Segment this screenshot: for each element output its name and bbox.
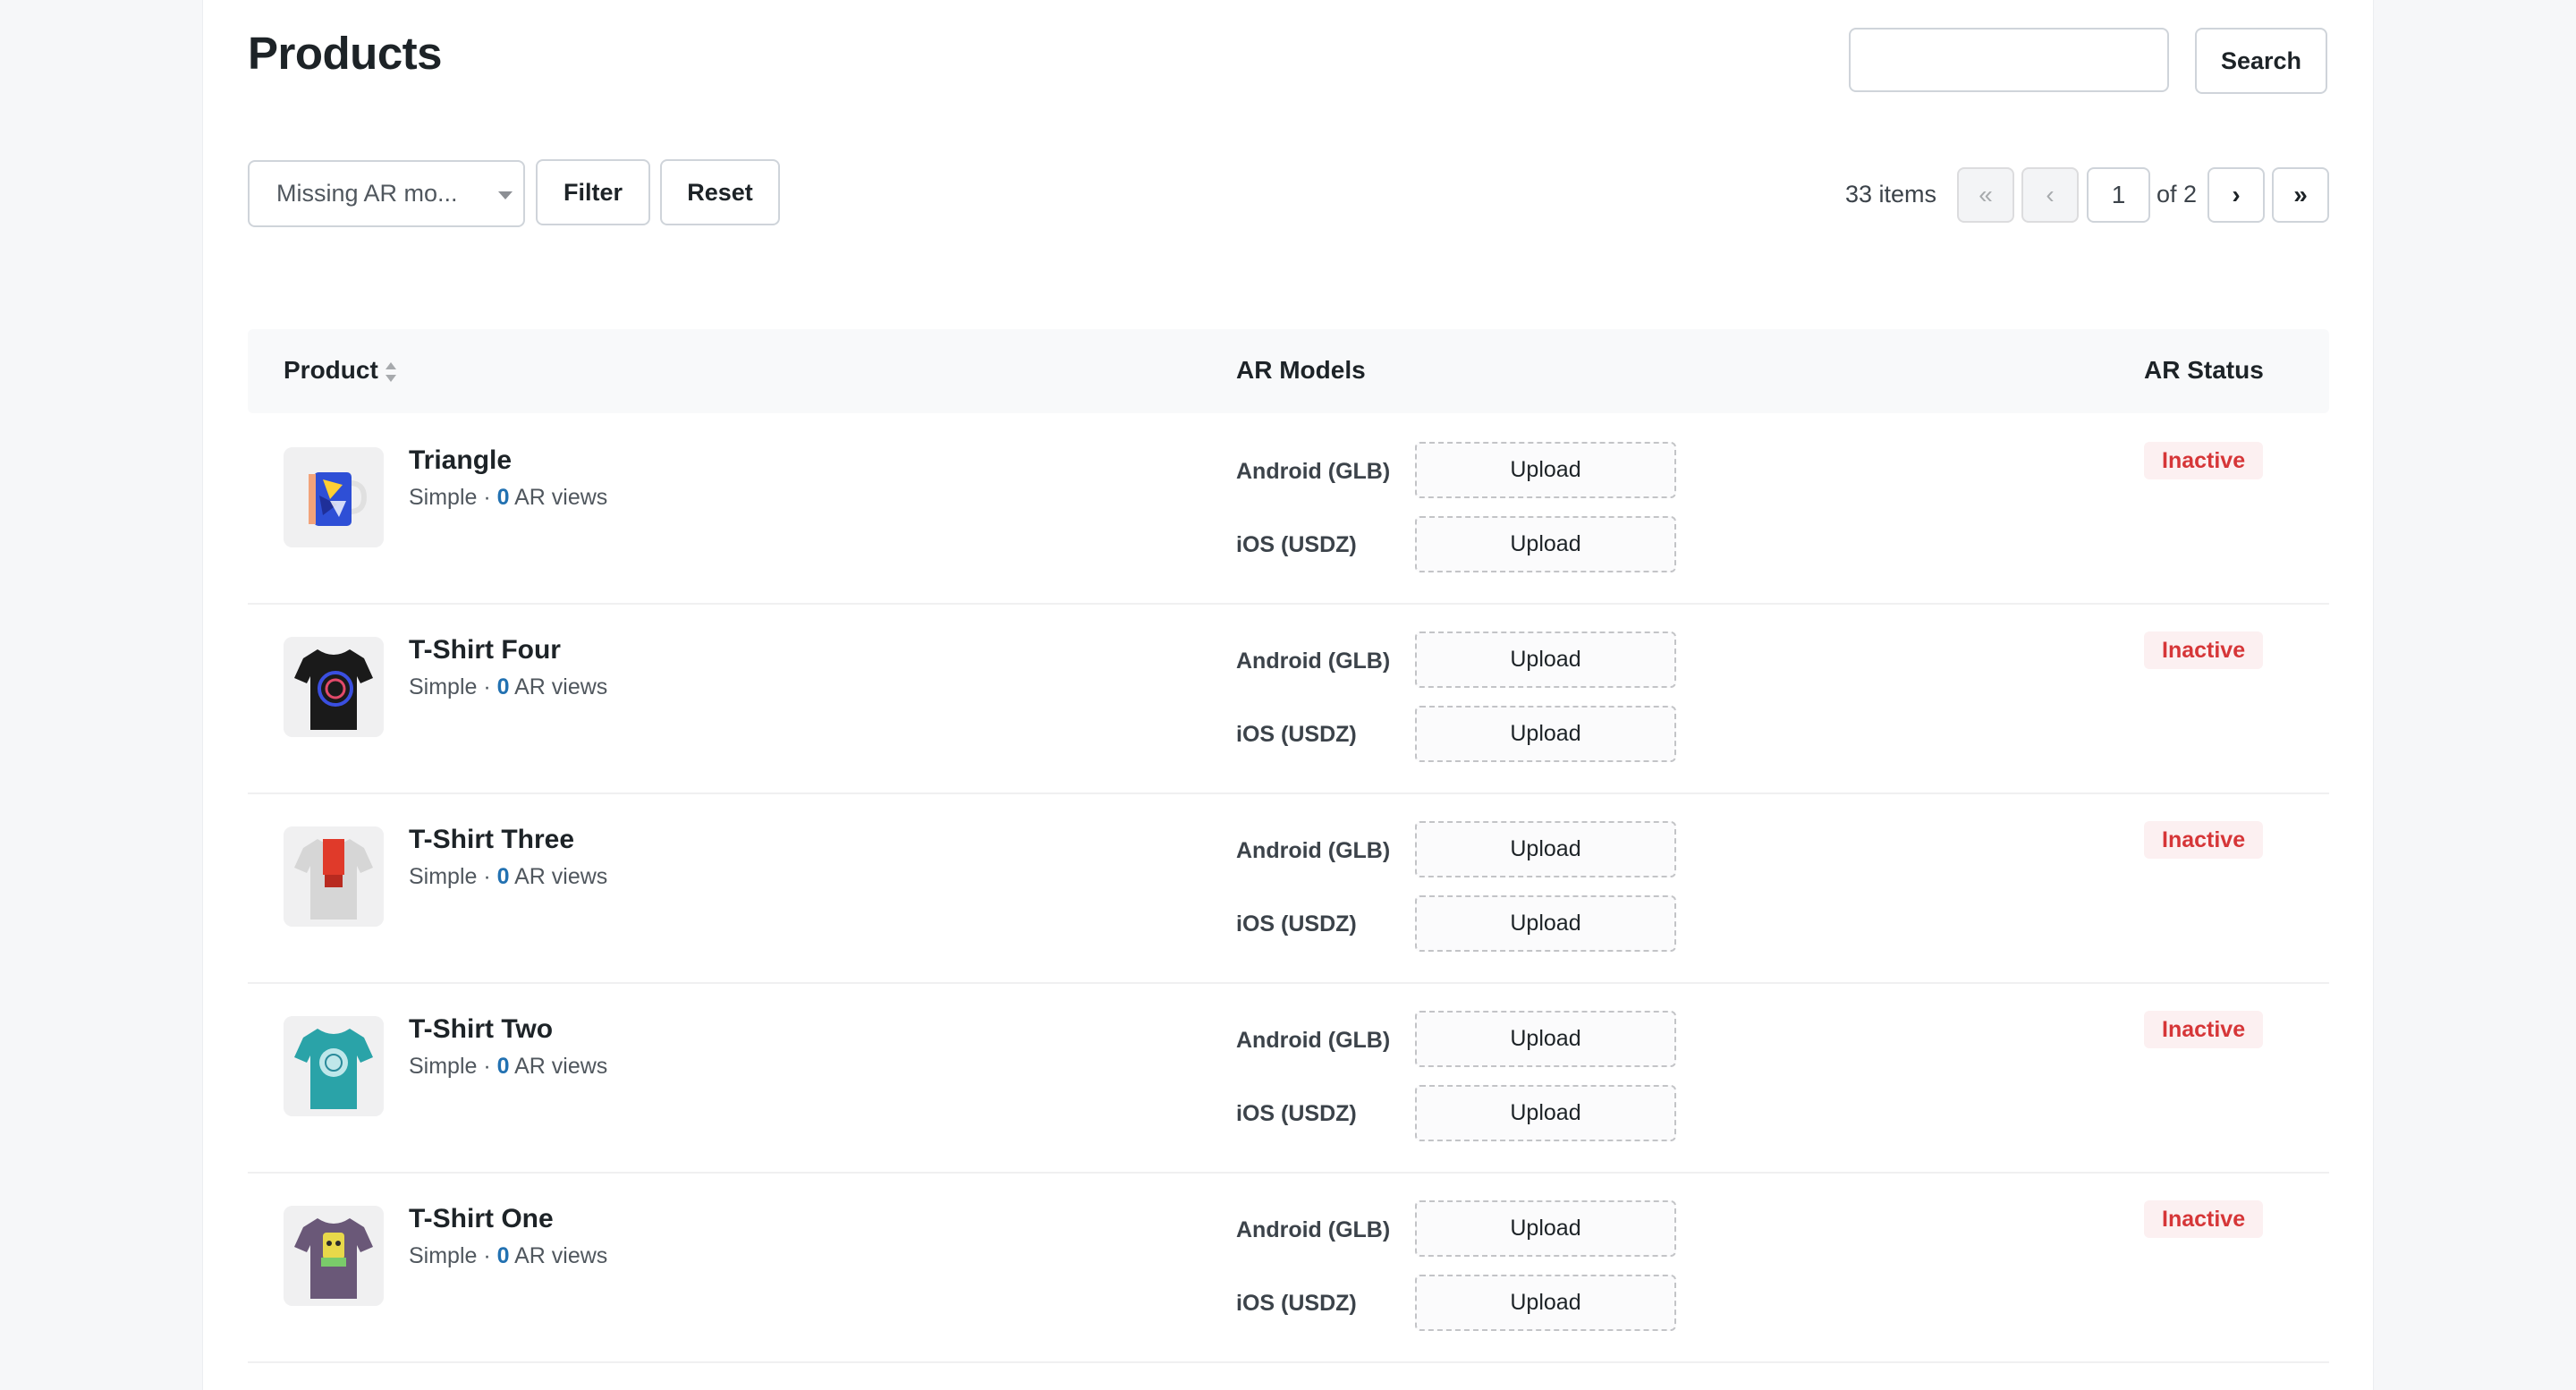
status-badge: Inactive xyxy=(2144,821,2264,859)
column-header-ar-status: AR Status xyxy=(2144,356,2264,384)
table-row: T-Shirt Two Simple · 0 AR views Android … xyxy=(248,982,2329,1174)
ar-views-count: 0 xyxy=(496,864,510,889)
prev-page-button[interactable]: ‹ xyxy=(2021,167,2079,223)
upload-ios-button[interactable]: Upload xyxy=(1415,516,1676,572)
android-glb-label: Android (GLB) xyxy=(1236,648,1391,674)
ios-usdz-label: iOS (USDZ) xyxy=(1236,722,1357,747)
products-panel: Products Search Missing AR mo... Filter … xyxy=(202,0,2374,1390)
upload-android-button[interactable]: Upload xyxy=(1415,442,1676,498)
product-type: Simple xyxy=(409,864,478,889)
table-row: T-Shirt One Simple · 0 AR views Android … xyxy=(248,1172,2329,1363)
product-meta: Simple · 0 AR views xyxy=(409,1243,607,1269)
table-row: Triangle Simple · 0 AR views Android (GL… xyxy=(248,413,2329,605)
table-row: T-Shirt Four Simple · 0 AR views Android… xyxy=(248,603,2329,794)
ar-views-count: 0 xyxy=(496,485,510,510)
android-glb-label: Android (GLB) xyxy=(1236,1028,1391,1053)
product-meta: Simple · 0 AR views xyxy=(409,1054,607,1080)
next-page-button[interactable]: › xyxy=(2207,167,2265,223)
last-page-button[interactable]: » xyxy=(2272,167,2329,223)
status-badge: Inactive xyxy=(2144,1011,2264,1048)
column-header-product-label: Product xyxy=(284,356,378,384)
product-type: Simple xyxy=(409,485,478,510)
android-glb-label: Android (GLB) xyxy=(1236,838,1391,863)
product-type: Simple xyxy=(409,1054,478,1079)
ar-views-label: AR views xyxy=(509,1054,608,1079)
column-header-product[interactable]: Product xyxy=(284,356,396,385)
product-name[interactable]: Triangle xyxy=(409,445,512,476)
reset-button[interactable]: Reset xyxy=(660,159,780,225)
table-row: T-Shirt Three Simple · 0 AR views Androi… xyxy=(248,792,2329,984)
ar-views-label: AR views xyxy=(509,674,608,699)
ar-views-count: 0 xyxy=(496,1243,510,1268)
first-page-button[interactable]: « xyxy=(1957,167,2014,223)
upload-ios-button[interactable]: Upload xyxy=(1415,895,1676,952)
status-badge: Inactive xyxy=(2144,442,2264,479)
ar-filter-select-value: Missing AR mo... xyxy=(276,180,458,207)
column-header-ar-models: AR Models xyxy=(1236,356,1366,384)
upload-ios-button[interactable]: Upload xyxy=(1415,706,1676,762)
meta-separator: · xyxy=(477,1243,497,1268)
upload-android-button[interactable]: Upload xyxy=(1415,631,1676,688)
ar-views-count: 0 xyxy=(496,1054,510,1079)
items-count: 33 items xyxy=(1845,181,1937,208)
sort-icon[interactable] xyxy=(385,361,396,383)
filter-button[interactable]: Filter xyxy=(536,159,650,225)
meta-separator: · xyxy=(477,1054,497,1079)
ar-views-label: AR views xyxy=(509,864,608,889)
product-name[interactable]: T-Shirt Four xyxy=(409,635,561,665)
tshirt-grey-icon xyxy=(284,826,384,927)
upload-android-button[interactable]: Upload xyxy=(1415,821,1676,877)
ios-usdz-label: iOS (USDZ) xyxy=(1236,1291,1357,1316)
tshirt-teal-icon xyxy=(284,1016,384,1116)
upload-ios-button[interactable]: Upload xyxy=(1415,1275,1676,1331)
product-type: Simple xyxy=(409,1243,478,1268)
status-badge: Inactive xyxy=(2144,631,2264,669)
ios-usdz-label: iOS (USDZ) xyxy=(1236,1101,1357,1126)
ar-views-label: AR views xyxy=(509,485,608,510)
mug-icon xyxy=(284,447,384,547)
upload-android-button[interactable]: Upload xyxy=(1415,1011,1676,1067)
current-page-input[interactable]: 1 xyxy=(2087,167,2150,223)
product-name[interactable]: T-Shirt One xyxy=(409,1204,554,1234)
meta-separator: · xyxy=(477,485,497,510)
product-meta: Simple · 0 AR views xyxy=(409,674,607,700)
ios-usdz-label: iOS (USDZ) xyxy=(1236,911,1357,937)
meta-separator: · xyxy=(477,674,497,699)
product-name[interactable]: T-Shirt Two xyxy=(409,1014,553,1045)
android-glb-label: Android (GLB) xyxy=(1236,459,1391,484)
product-name[interactable]: T-Shirt Three xyxy=(409,825,574,855)
status-badge: Inactive xyxy=(2144,1200,2264,1238)
android-glb-label: Android (GLB) xyxy=(1236,1217,1391,1242)
product-meta: Simple · 0 AR views xyxy=(409,864,607,890)
tshirt-black-icon xyxy=(284,637,384,737)
search-input[interactable] xyxy=(1849,28,2169,92)
ios-usdz-label: iOS (USDZ) xyxy=(1236,532,1357,557)
meta-separator: · xyxy=(477,864,497,889)
table-header: Product AR Models AR Status xyxy=(248,329,2329,413)
page-title: Products xyxy=(248,28,443,79)
chevron-down-icon xyxy=(498,191,513,199)
product-type: Simple xyxy=(409,674,478,699)
upload-android-button[interactable]: Upload xyxy=(1415,1200,1676,1257)
search-button[interactable]: Search xyxy=(2195,28,2327,94)
upload-ios-button[interactable]: Upload xyxy=(1415,1085,1676,1141)
tshirt-purple-icon xyxy=(284,1206,384,1306)
ar-views-count: 0 xyxy=(496,674,510,699)
ar-filter-select[interactable]: Missing AR mo... xyxy=(248,160,525,227)
product-meta: Simple · 0 AR views xyxy=(409,485,607,511)
ar-views-label: AR views xyxy=(509,1243,608,1268)
total-pages-label: of 2 xyxy=(2157,181,2198,208)
